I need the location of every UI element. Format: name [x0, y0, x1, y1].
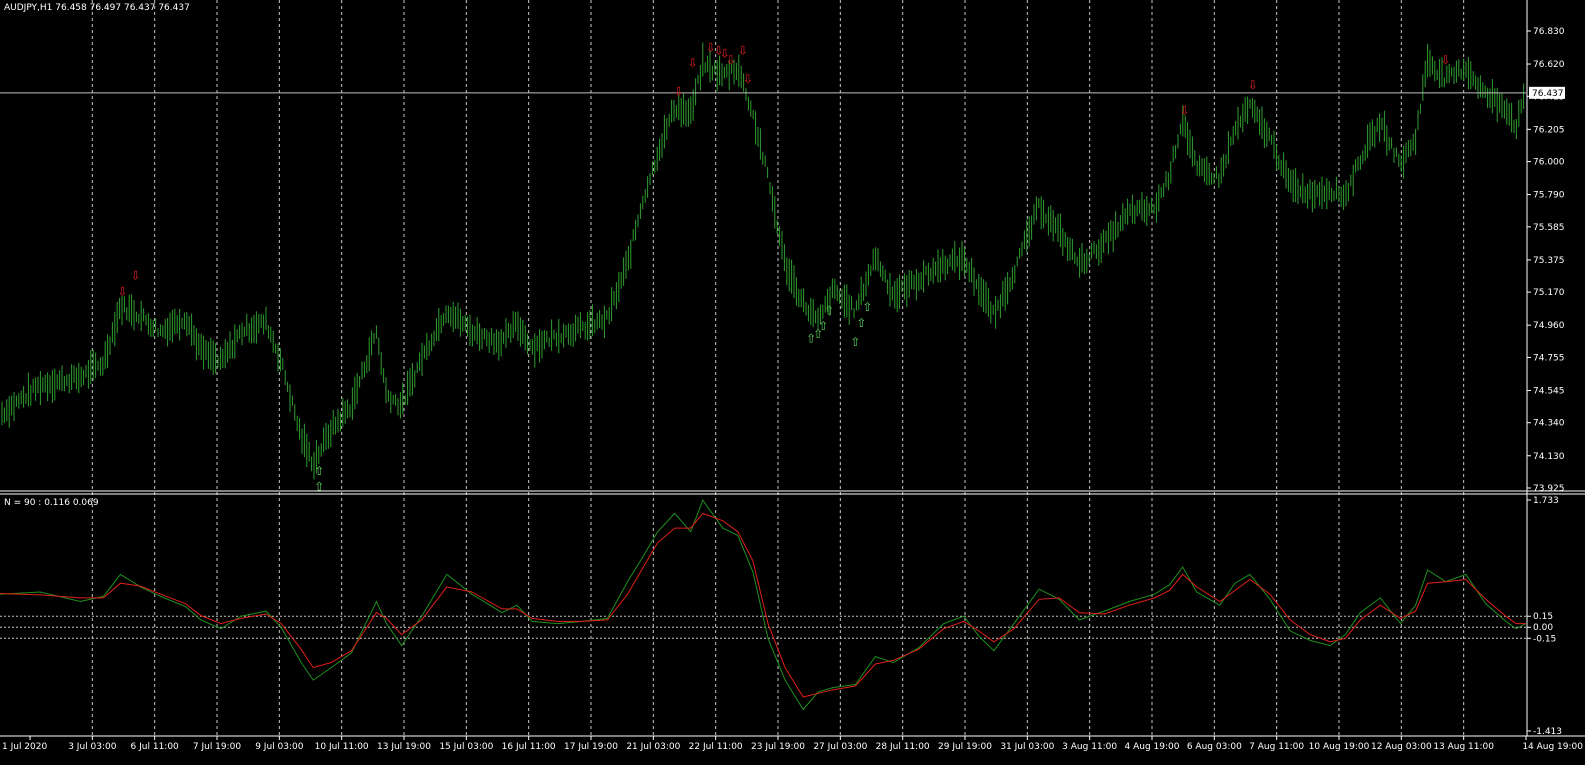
y-tick-label: 75.585: [1533, 223, 1565, 233]
x-tick-label: 16 Jul 11:00: [502, 742, 556, 752]
buy-arrow-icon: ⇧: [824, 303, 834, 317]
sell-arrow-icon: ⇩: [1248, 78, 1258, 92]
sell-arrow-icon: ⇩: [117, 284, 127, 298]
x-tick-label: 14 Aug 19:00: [1522, 742, 1583, 752]
x-tick-label: 23 Jul 19:00: [751, 742, 805, 752]
current-price-label: 76.437: [1532, 89, 1564, 99]
x-tick-label: 9 Jul 03:00: [255, 742, 304, 752]
sell-arrow-icon: ⇩: [674, 84, 684, 98]
sell-arrow-icon: ⇩: [1441, 53, 1451, 67]
x-tick-label: 29 Jul 19:00: [938, 742, 992, 752]
x-tick-label: 6 Jul 11:00: [131, 742, 180, 752]
y-tick-label: 74.130: [1533, 452, 1565, 462]
y-tick-label: -0.15: [1533, 634, 1556, 644]
x-tick-label: 31 Jul 03:00: [1000, 742, 1054, 752]
sell-arrow-icon: ⇩: [743, 72, 753, 86]
x-tick-label: 28 Jul 11:00: [876, 742, 930, 752]
y-tick-label: 1.733: [1533, 496, 1559, 506]
x-tick-label: 22 Jul 11:00: [689, 742, 743, 752]
sell-arrow-icon: ⇩: [726, 53, 736, 67]
x-tick-label: 13 Aug 11:00: [1433, 742, 1494, 752]
price-header: AUDJPY,H1 76.458 76.497 76.437 76.437: [4, 3, 190, 13]
x-tick-label: 10 Jul 11:00: [315, 742, 369, 752]
sell-arrow-icon: ⇩: [1180, 103, 1190, 117]
y-tick-label: 76.620: [1533, 60, 1565, 70]
sell-arrow-icon: ⇩: [738, 44, 748, 58]
y-tick-label: 0.00: [1533, 623, 1553, 633]
x-tick-label: 27 Jul 03:00: [813, 742, 867, 752]
y-tick-label: 75.375: [1533, 256, 1565, 266]
y-tick-label: 75.170: [1533, 288, 1565, 298]
x-tick-label: 6 Aug 03:00: [1187, 742, 1242, 752]
y-tick-label: 74.960: [1533, 321, 1565, 331]
x-tick-label: 15 Jul 03:00: [439, 742, 493, 752]
buy-arrow-icon: ⇧: [818, 319, 828, 333]
x-tick-label: 7 Jul 19:00: [193, 742, 242, 752]
sell-arrow-icon: ⇩: [131, 269, 141, 283]
buy-arrow-icon: ⇧: [850, 335, 860, 349]
y-tick-label: 74.755: [1533, 353, 1565, 363]
x-tick-label: 7 Aug 11:00: [1249, 742, 1304, 752]
buy-arrow-icon: ⇧: [856, 316, 866, 330]
y-tick-label: 73.925: [1533, 484, 1565, 494]
x-tick-label: 21 Jul 03:00: [626, 742, 680, 752]
x-tick-label: 10 Aug 19:00: [1309, 742, 1370, 752]
y-tick-label: 76.000: [1533, 158, 1565, 168]
x-tick-label: 17 Jul 19:00: [564, 742, 618, 752]
y-tick-label: 76.830: [1533, 27, 1565, 37]
x-tick-label: 3 Jul 03:00: [68, 742, 117, 752]
buy-arrow-icon: ⇧: [314, 464, 324, 478]
buy-arrow-icon: ⇧: [862, 300, 872, 314]
chart-canvas: ⇩⇩⇩⇩⇩⇩⇩⇩⇩⇩⇩⇩⇩⇧⇧⇧⇧⇧⇧⇧⇧⇧ 76.83076.62076.41…: [0, 0, 1585, 765]
chart-background: [0, 0, 1585, 765]
x-tick-label: 1 Jul 2020: [2, 742, 47, 752]
y-tick-label: 74.340: [1533, 419, 1565, 429]
x-tick-label: 12 Aug 03:00: [1371, 742, 1432, 752]
y-tick-label: 74.545: [1533, 386, 1565, 396]
y-tick-label: 0.15: [1533, 612, 1553, 622]
y-tick-label: 76.205: [1533, 125, 1565, 135]
sell-arrow-icon: ⇩: [688, 56, 698, 70]
indicator-header: N = 90 : 0.116 0.069: [4, 498, 99, 508]
x-tick-label: 4 Aug 19:00: [1125, 742, 1180, 752]
x-tick-label: 13 Jul 19:00: [377, 742, 431, 752]
y-tick-label: 75.790: [1533, 191, 1565, 201]
x-tick-label: 3 Aug 11:00: [1062, 742, 1117, 752]
